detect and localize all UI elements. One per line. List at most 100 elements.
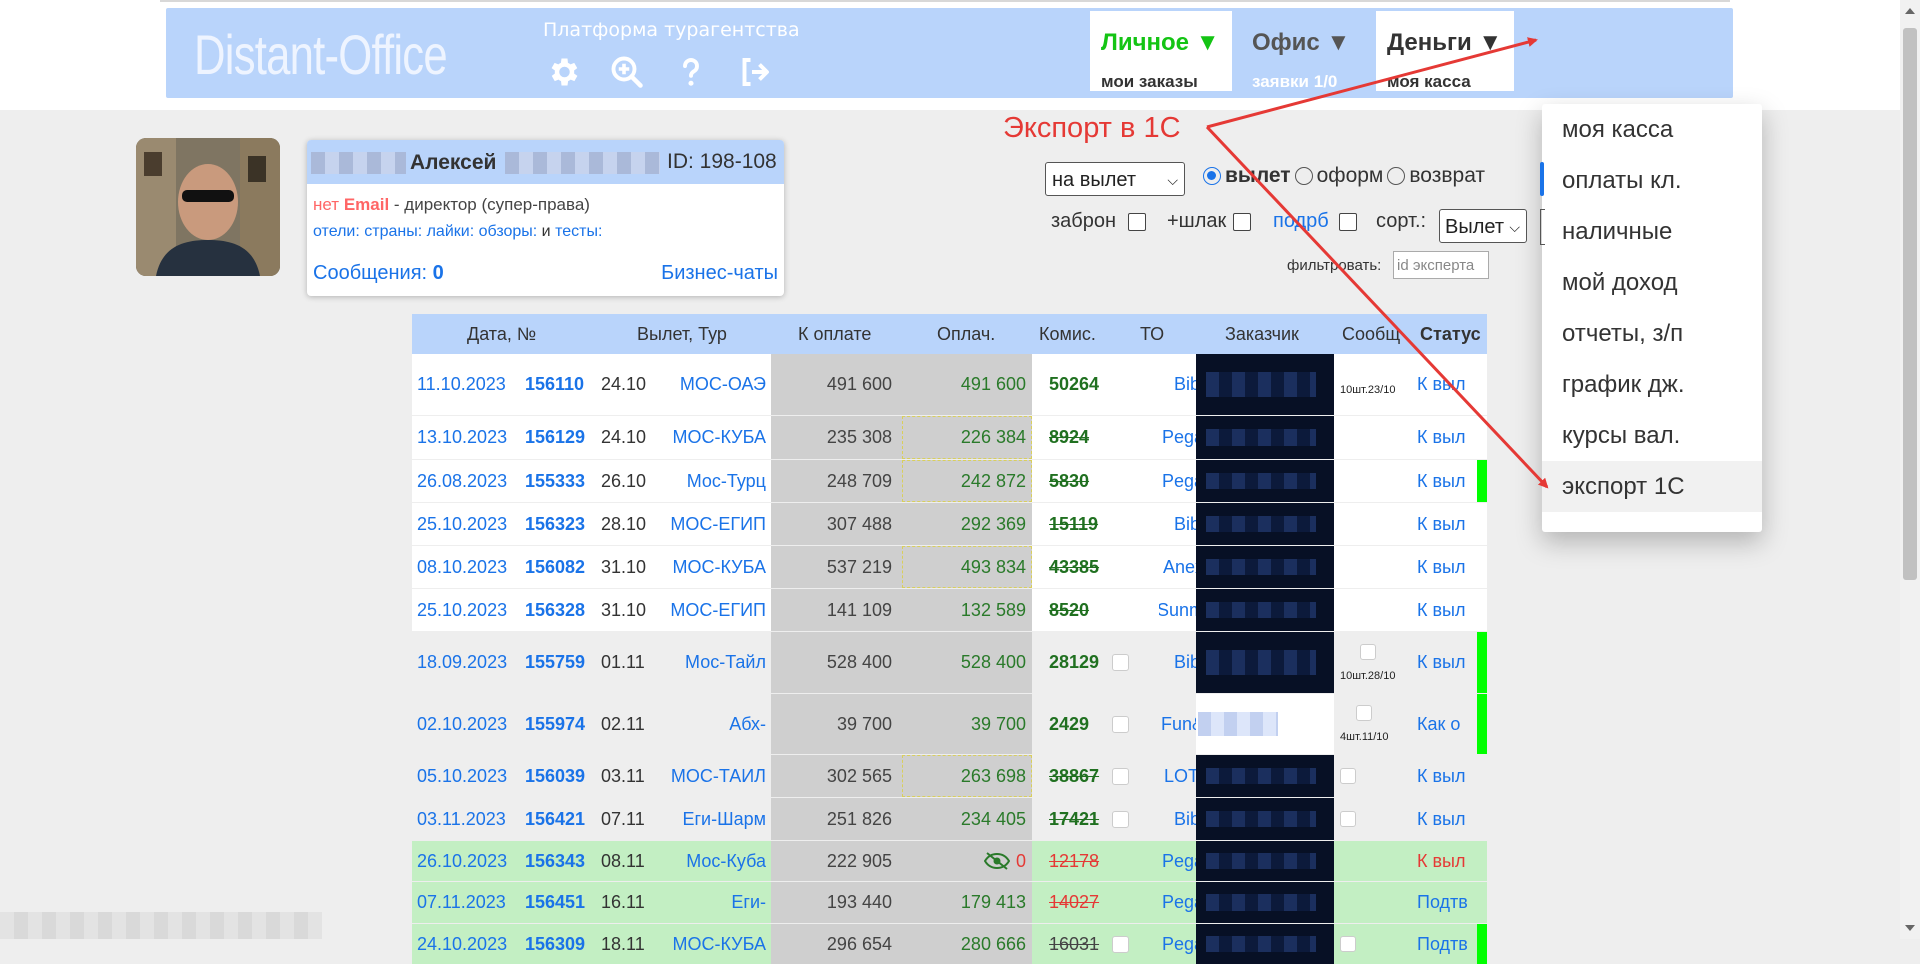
customer-cell[interactable] [1196, 924, 1334, 964]
order-date-link[interactable]: 26.10.2023 [417, 841, 507, 881]
order-number-link[interactable]: 156039 [525, 755, 585, 797]
likes-link[interactable]: лайки: [427, 223, 475, 240]
page-scrollbar[interactable] [1900, 0, 1920, 939]
status-link[interactable]: К выл [1417, 354, 1466, 415]
tour-link[interactable]: МОС-КУБА [672, 924, 766, 964]
period-select[interactable]: на вылет ⌵ [1045, 162, 1185, 196]
details-checkbox[interactable] [1339, 213, 1357, 231]
col-paid[interactable]: Оплач. [937, 324, 995, 345]
status-link[interactable]: К выл [1417, 589, 1466, 631]
dropdown-item-cash[interactable]: наличные [1542, 206, 1762, 257]
dropdown-item-income[interactable]: мой доход [1542, 257, 1762, 308]
order-date-link[interactable]: 07.11.2023 [417, 882, 506, 923]
table-row[interactable]: 26.08.2023 155333 26.10 Мос-Турц 248 709 242 … [412, 460, 1487, 502]
customer-cell[interactable] [1196, 416, 1334, 459]
countries-link[interactable]: страны: [364, 223, 422, 240]
customer-cell[interactable] [1196, 589, 1334, 631]
customer-cell[interactable] [1196, 755, 1334, 797]
messages-cell[interactable]: 4шт.11/10 [1340, 694, 1389, 754]
status-link[interactable]: К выл [1417, 632, 1466, 693]
sort-select[interactable]: Вылет ⌵ [1439, 209, 1527, 243]
table-row[interactable]: 25.10.2023 156323 28.10 МОС-ЕГИП 307 488 292 … [412, 503, 1487, 545]
col-date[interactable]: Дата, № [467, 324, 536, 345]
order-number-link[interactable]: 156309 [525, 924, 585, 964]
menu-tab-money-title[interactable]: Деньги ▼ [1387, 29, 1502, 57]
message-checkbox[interactable] [1340, 768, 1356, 784]
requests-link[interactable]: заявки 1/0 [1252, 72, 1337, 92]
row-checkbox-box[interactable] [1112, 654, 1129, 671]
tour-link[interactable]: Еги- [731, 882, 766, 923]
row-checkbox-box[interactable] [1112, 935, 1129, 953]
customer-cell[interactable] [1196, 882, 1334, 923]
status-link[interactable]: К выл [1417, 798, 1466, 840]
menu-tab-personal[interactable]: Личное ▼ мои заказы [1090, 11, 1232, 91]
order-date-link[interactable]: 24.10.2023 [417, 924, 507, 964]
my-cashbox-link[interactable]: моя касса [1387, 72, 1471, 92]
col-to-pay[interactable]: К оплате [798, 324, 871, 345]
menu-tab-personal-title[interactable]: Личное ▼ [1101, 29, 1219, 57]
customer-cell[interactable] [1196, 503, 1334, 545]
order-number-link[interactable]: 156129 [525, 416, 585, 459]
question-icon[interactable] [672, 54, 710, 90]
messages-cell[interactable] [1340, 755, 1356, 797]
dropdown-item-rates[interactable]: курсы вал. [1542, 410, 1762, 461]
customer-cell[interactable] [1196, 632, 1334, 693]
message-checkbox[interactable] [1359, 643, 1376, 660]
user-avatar[interactable] [136, 138, 280, 276]
row-checkbox-box[interactable] [1112, 767, 1129, 785]
eye-slash-icon[interactable] [983, 852, 1010, 870]
status-link[interactable]: К выл [1417, 416, 1466, 459]
tour-link[interactable]: Абх- [729, 694, 766, 754]
tour-link[interactable]: МОС-КУБА [672, 546, 766, 588]
scroll-thumb[interactable] [1903, 28, 1917, 580]
radio-form[interactable] [1294, 167, 1313, 185]
status-link[interactable]: Как о [1417, 694, 1460, 754]
order-number-link[interactable]: 156451 [525, 882, 585, 923]
order-number-link[interactable]: 155759 [525, 632, 585, 693]
table-row[interactable]: 24.10.2023 156309 18.11 МОС-КУБА 296 654 280 … [412, 924, 1487, 964]
customer-cell[interactable] [1196, 460, 1334, 502]
reviews-link[interactable]: обзоры: [479, 223, 538, 240]
dropdown-item-reports[interactable]: отчеты, з/п [1542, 308, 1762, 359]
order-number-link[interactable]: 156323 [525, 503, 585, 545]
customer-cell[interactable] [1196, 546, 1334, 588]
table-row[interactable]: 03.11.2023 156421 07.11 Еги-Шарм 251 826 234 … [412, 798, 1487, 840]
order-date-link[interactable]: 25.10.2023 [417, 589, 507, 631]
tour-link[interactable]: МОС-ЕГИП [670, 503, 766, 545]
scroll-up-icon[interactable] [1905, 8, 1915, 14]
menu-tab-office-title[interactable]: Офис ▼ [1252, 29, 1350, 57]
table-row[interactable]: 02.10.2023 155974 02.11 Абх- 39 700 39 700 242… [412, 694, 1487, 754]
row-checkbox[interactable] [1112, 924, 1129, 964]
customer-cell[interactable] [1196, 694, 1334, 754]
table-row[interactable]: 05.10.2023 156039 03.11 МОС-ТАИЛ 302 565 263 … [412, 755, 1487, 797]
tour-link[interactable]: МОС-ОАЭ [680, 354, 766, 415]
menu-tab-office[interactable]: Офис ▼ заявки 1/0 [1241, 11, 1361, 91]
tour-link[interactable]: Еги-Шарм [682, 798, 766, 840]
customer-cell[interactable] [1196, 841, 1334, 881]
table-row[interactable]: 13.10.2023 156129 24.10 МОС-КУБА 235 308 226 … [412, 416, 1487, 459]
tour-link[interactable]: Мос-Тайл [685, 632, 766, 693]
radio-departure[interactable] [1203, 167, 1221, 185]
col-commission[interactable]: Комис. [1039, 324, 1096, 345]
scroll-down-icon[interactable] [1905, 925, 1915, 931]
row-checkbox[interactable] [1112, 632, 1129, 693]
order-date-link[interactable]: 11.10.2023 [417, 354, 506, 415]
messages-cell[interactable] [1340, 924, 1356, 964]
messages-cell[interactable] [1340, 798, 1356, 840]
table-row[interactable]: 25.10.2023 156328 31.10 МОС-ЕГИП 141 109 132 … [412, 589, 1487, 631]
order-number-link[interactable]: 155333 [525, 460, 585, 502]
extra-select-edge[interactable] [1540, 209, 1545, 245]
col-departure[interactable]: Вылет, Тур [637, 324, 727, 345]
messages-cell[interactable]: 10шт.28/10 [1340, 632, 1395, 693]
table-row[interactable]: 26.10.2023 156343 08.11 Мос-Куба 222 905 0 121… [412, 841, 1487, 881]
order-date-link[interactable]: 03.11.2023 [417, 798, 506, 840]
messages-link[interactable]: Сообщения: 0 [313, 262, 444, 285]
tour-link[interactable]: Мос-Куба [686, 841, 766, 881]
table-row[interactable]: 07.11.2023 156451 16.11 Еги- 193 440 179 413 1… [412, 882, 1487, 923]
order-date-link[interactable]: 26.08.2023 [417, 460, 507, 502]
row-checkbox[interactable] [1112, 694, 1129, 754]
message-checkbox[interactable] [1340, 811, 1356, 827]
order-number-link[interactable]: 156328 [525, 589, 585, 631]
order-date-link[interactable]: 02.10.2023 [417, 694, 507, 754]
dropdown-item-cashbox[interactable]: моя касса [1542, 104, 1762, 155]
